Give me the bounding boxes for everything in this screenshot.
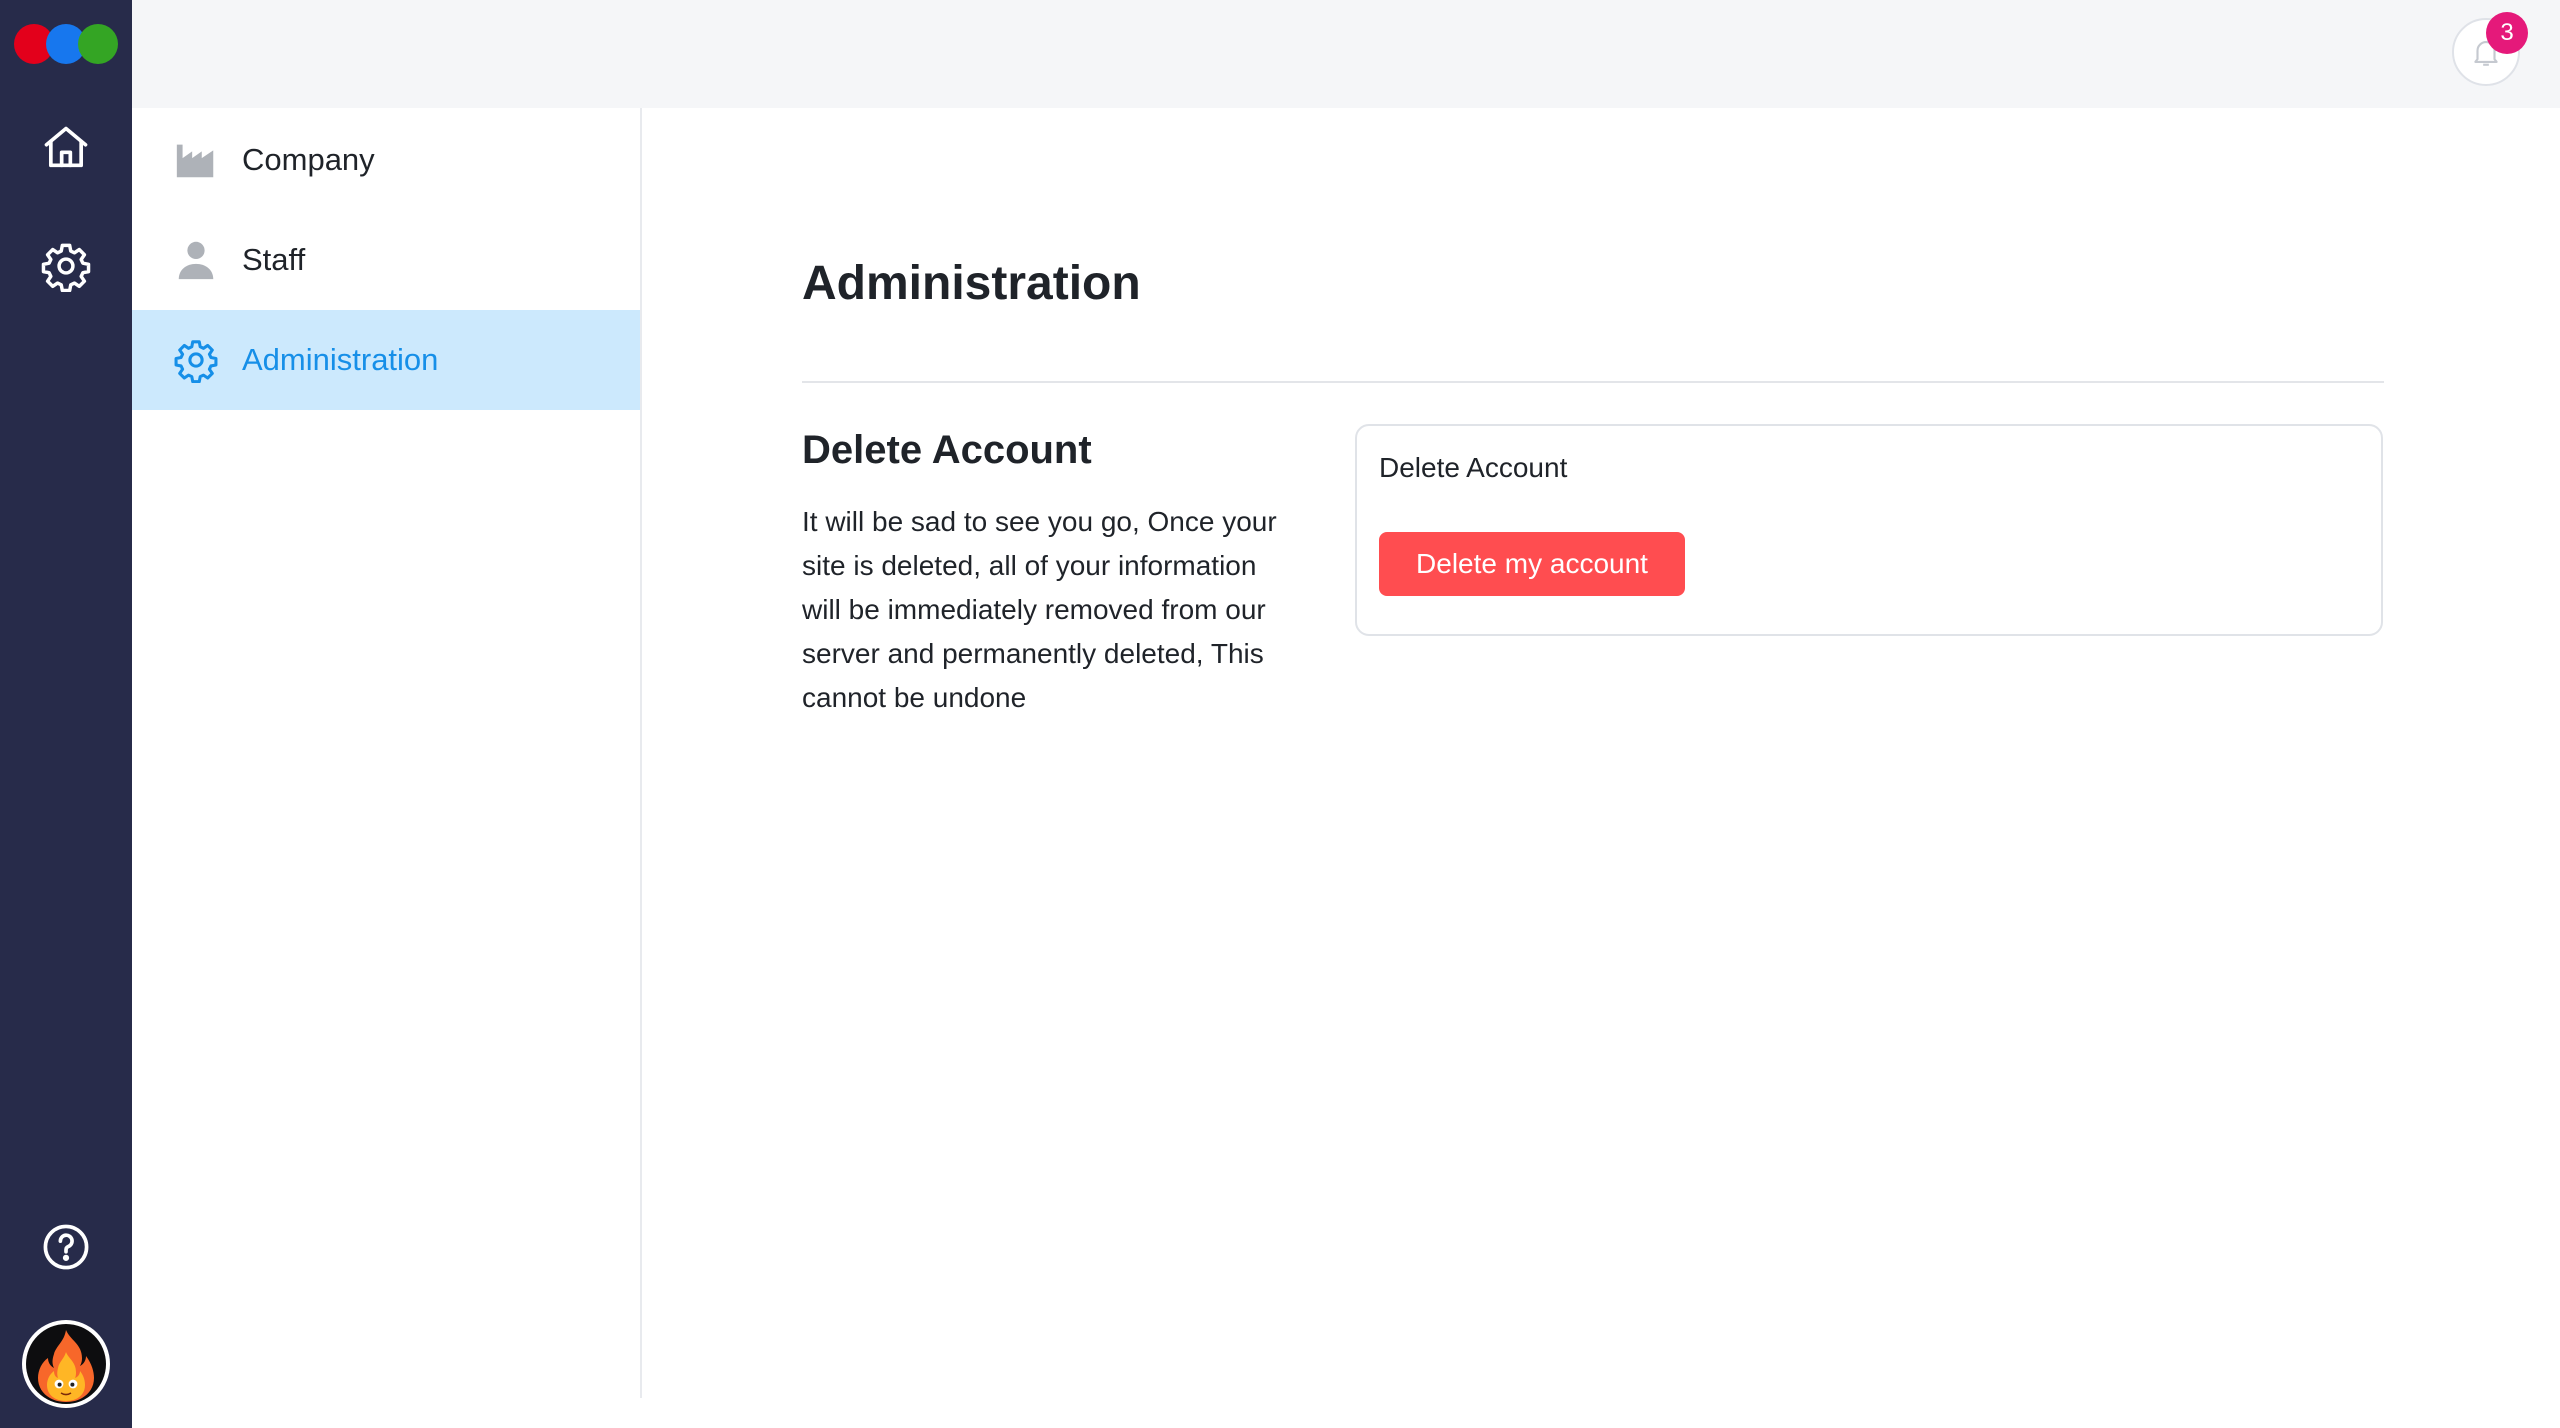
title-divider <box>802 381 2384 383</box>
rail-settings-button[interactable] <box>33 233 99 299</box>
gear-icon <box>41 243 91 292</box>
delete-account-card: Delete Account Delete my account <box>1355 424 2383 636</box>
nav-item-administration[interactable]: Administration <box>132 310 640 410</box>
rail-help-button[interactable] <box>33 1214 99 1280</box>
gear-icon <box>172 336 220 384</box>
question-circle-icon <box>43 1224 89 1270</box>
person-icon <box>172 236 220 284</box>
home-icon <box>44 126 88 168</box>
top-bar: 3 <box>132 0 2560 108</box>
avatar-image <box>26 1324 106 1404</box>
page-title: Administration <box>802 257 1141 310</box>
factory-icon <box>172 136 220 184</box>
nav-item-label: Staff <box>242 242 306 277</box>
section-description: It will be sad to see you go, Once your … <box>802 506 1277 713</box>
rail-home-button[interactable] <box>33 115 99 181</box>
nav-item-staff[interactable]: Staff <box>132 210 640 310</box>
nav-item-label: Administration <box>242 342 439 377</box>
section-title: Delete Account <box>802 428 1092 472</box>
notifications-button[interactable]: 3 <box>2452 12 2528 86</box>
delete-account-button[interactable]: Delete my account <box>1379 532 1685 596</box>
notification-count-badge: 3 <box>2486 12 2528 54</box>
nav-item-company[interactable]: Company <box>132 110 640 210</box>
fire-avatar-icon <box>38 1330 94 1402</box>
app-logo[interactable] <box>14 24 118 66</box>
card-label: Delete Account <box>1379 452 1568 483</box>
settings-nav: Company Staff Administration <box>132 108 642 1398</box>
nav-item-label: Company <box>242 142 375 177</box>
left-rail <box>0 0 132 1428</box>
logo-dot-green <box>78 24 118 64</box>
user-avatar[interactable] <box>22 1320 110 1408</box>
